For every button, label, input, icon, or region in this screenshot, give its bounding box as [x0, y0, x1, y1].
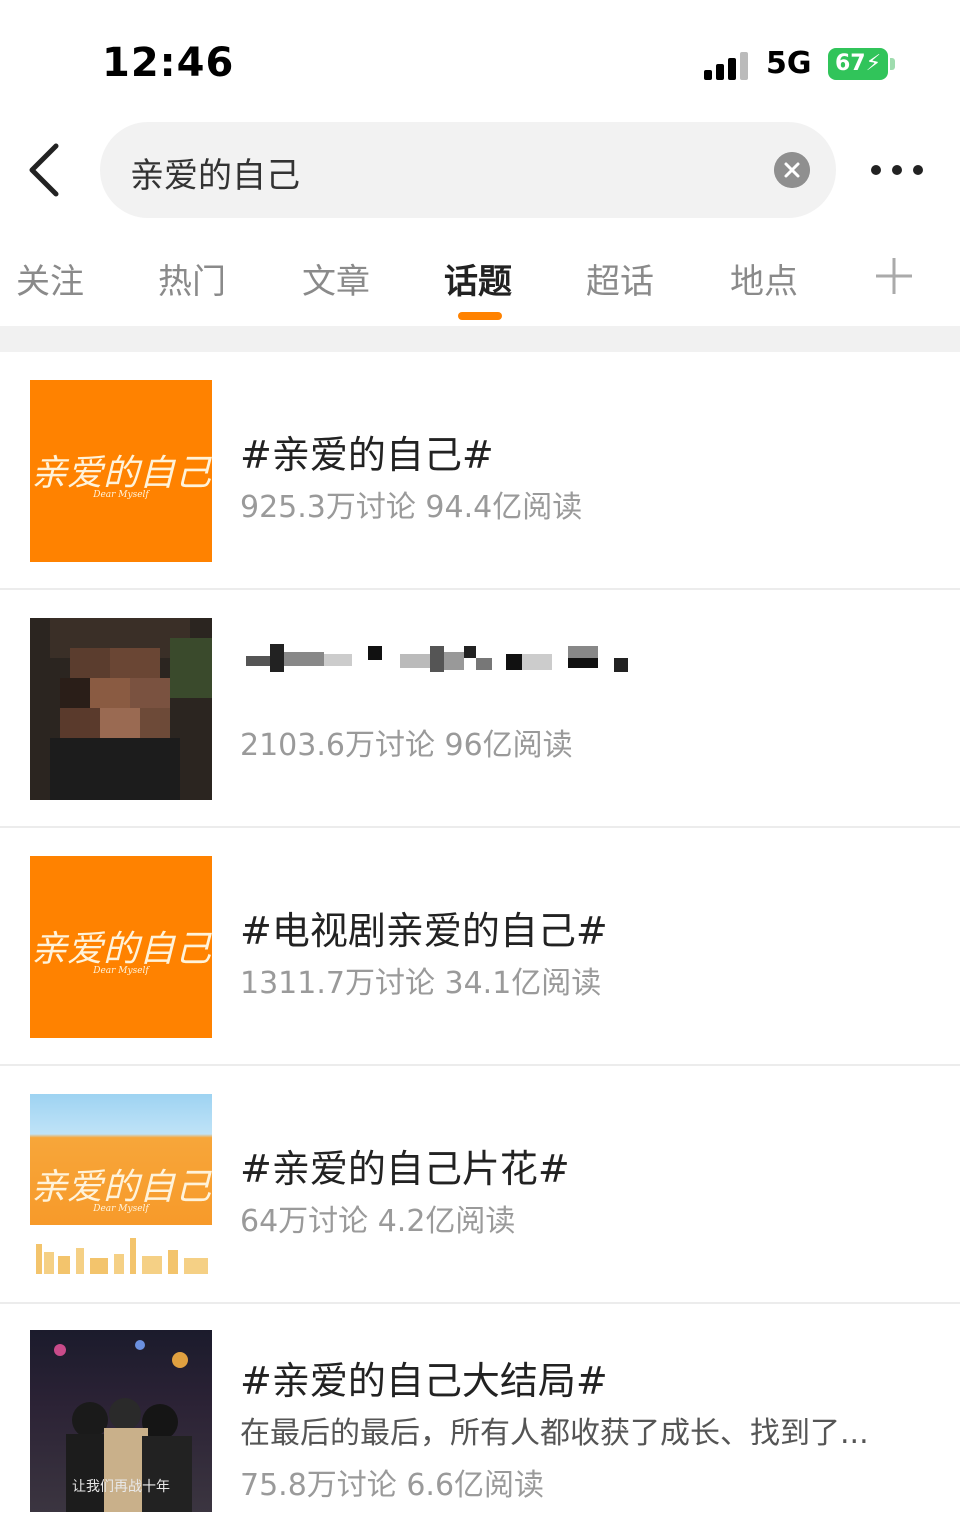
tab-articles[interactable]: 文章 [302, 254, 370, 303]
network-type: 5G [766, 46, 812, 81]
thumbnail-logo: 亲爱的自己 [30, 929, 211, 970]
thumbnail-logo-sub: Dear Myself [93, 966, 149, 976]
topic-title[interactable]: #亲爱的自己大结局# [240, 1350, 608, 1405]
thumbnail-logo-sub: Dear Myself [93, 490, 149, 500]
topic-thumbnail: 亲爱的自己 Dear Myself [30, 856, 212, 1038]
battery-cap [890, 58, 895, 70]
list-item[interactable]: 让我们再战十年 #亲爱的自己大结局# 在最后的最后，所有人都收获了成长、找到了.… [0, 1304, 960, 1524]
tab-bar: 关注 热门 文章 话题 超话 地点 [0, 240, 960, 326]
blurred-topic-title [246, 644, 628, 672]
topic-thumbnail [30, 618, 212, 800]
topic-stats: 64万讨论 4.2亿阅读 [240, 1204, 516, 1239]
tab-hot[interactable]: 热门 [158, 254, 226, 303]
more-icon[interactable] [862, 152, 932, 188]
battery-level: 67 [834, 51, 866, 76]
back-icon[interactable] [24, 142, 68, 198]
status-time: 12:46 [102, 40, 235, 86]
list-item[interactable]: 亲爱的自己 Dear Myself #电视剧亲爱的自己# 1311.7万讨论 3… [0, 828, 960, 1066]
topic-title[interactable]: #亲爱的自己片花# [240, 1138, 570, 1193]
list-item[interactable]: 2103.6万讨论 96亿阅读 [0, 590, 960, 828]
active-tab-indicator [458, 312, 502, 320]
thumbnail-logo-sub: Dear Myself [93, 1204, 149, 1214]
topic-thumbnail: 让我们再战十年 [30, 1330, 212, 1512]
plus-icon[interactable] [872, 254, 916, 298]
tab-topics[interactable]: 话题 [444, 254, 512, 303]
topic-stats: 2103.6万讨论 96亿阅读 [240, 728, 573, 763]
topic-title[interactable]: #电视剧亲爱的自己# [240, 900, 608, 955]
topic-thumbnail: 亲爱的自己 Dear Myself [30, 1094, 212, 1276]
tab-follow[interactable]: 关注 [16, 254, 84, 303]
topic-stats: 925.3万讨论 94.4亿阅读 [240, 490, 583, 525]
search-input[interactable]: 亲爱的自己 [130, 148, 300, 197]
list-item[interactable]: 亲爱的自己 Dear Myself #亲爱的自己片花# 64万讨论 4.2亿阅读 [0, 1066, 960, 1304]
topic-thumbnail: 亲爱的自己 Dear Myself [30, 380, 212, 562]
list-item[interactable]: 亲爱的自己 Dear Myself #亲爱的自己# 925.3万讨论 94.4亿… [0, 352, 960, 590]
battery-indicator: 67⚡ [828, 48, 888, 80]
topic-stats: 75.8万讨论 6.6亿阅读 [240, 1468, 545, 1503]
thumbnail-logo: 亲爱的自己 [30, 1167, 211, 1208]
search-box[interactable]: 亲爱的自己 [100, 122, 836, 218]
skyline-illustration [30, 1238, 212, 1276]
status-bar: 12:46 5G 67⚡ [0, 0, 960, 120]
thumbnail-caption: 让我们再战十年 [72, 1479, 170, 1495]
signal-icon [704, 52, 748, 80]
section-divider [0, 326, 960, 352]
tab-super-topics[interactable]: 超话 [586, 254, 654, 303]
topic-description: 在最后的最后，所有人都收获了成长、找到了... [240, 1416, 869, 1451]
clear-icon[interactable] [774, 152, 810, 188]
topic-title[interactable]: #亲爱的自己# [240, 424, 494, 479]
tab-places[interactable]: 地点 [730, 254, 798, 303]
topic-stats: 1311.7万讨论 34.1亿阅读 [240, 966, 602, 1001]
thumbnail-logo: 亲爱的自己 [30, 453, 211, 494]
